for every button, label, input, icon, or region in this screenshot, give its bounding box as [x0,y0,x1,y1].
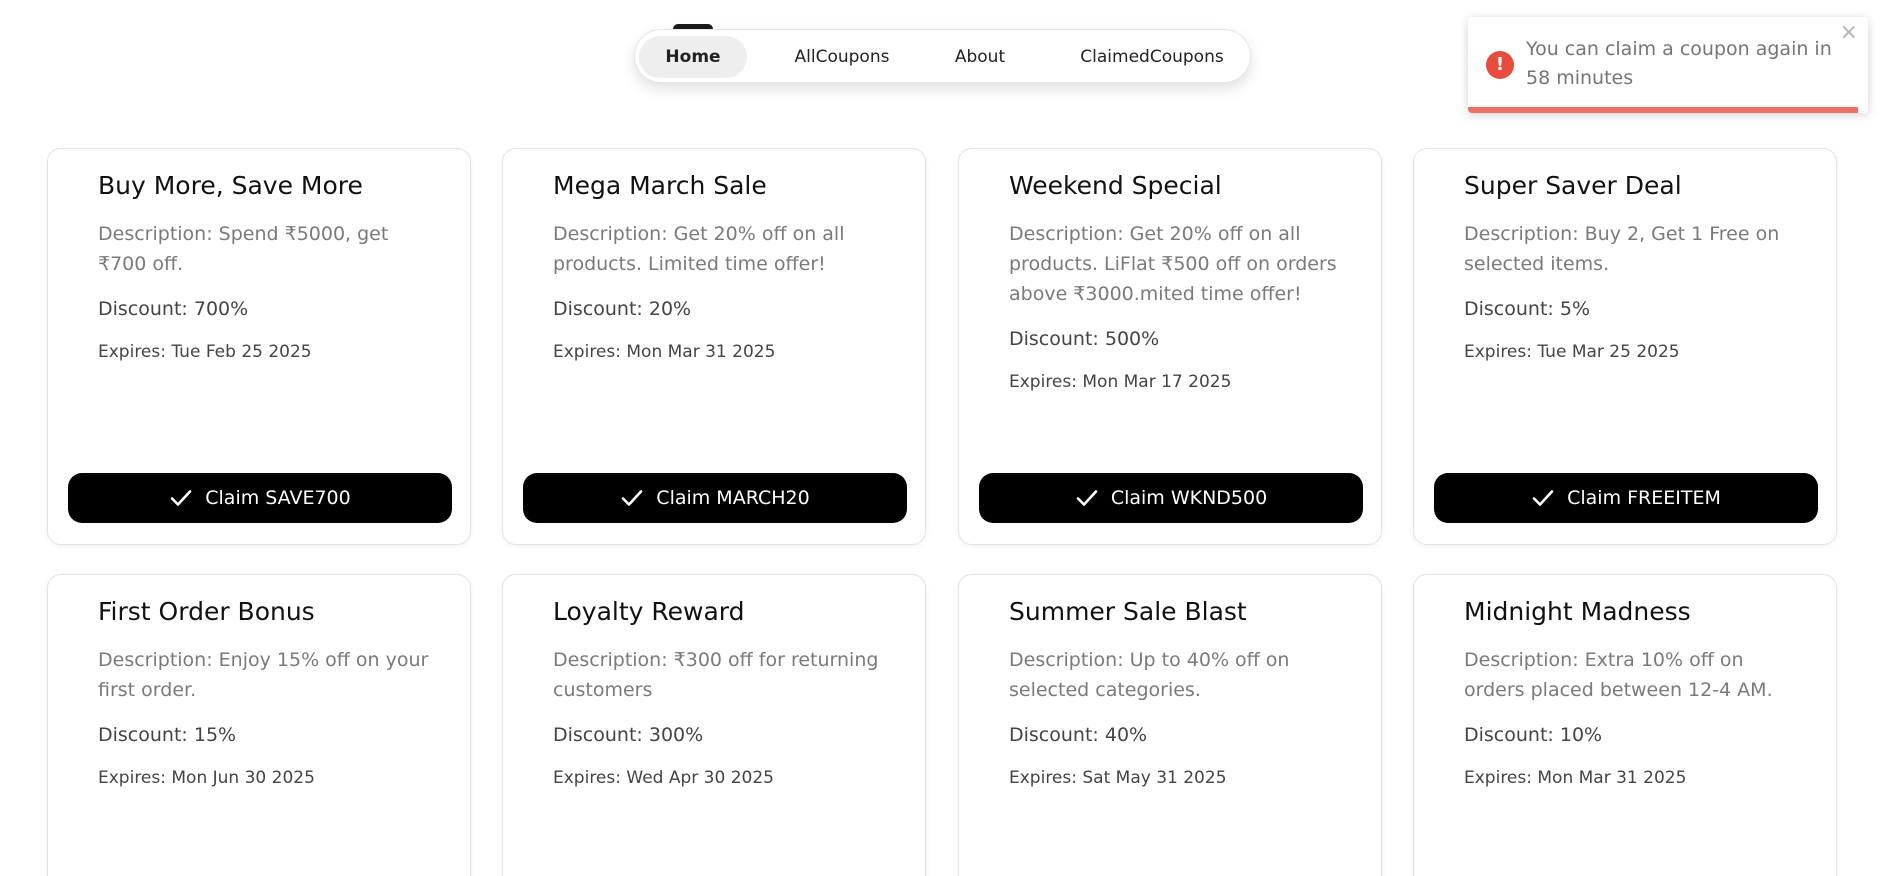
coupon-discount: Discount: 700% [98,298,249,320]
check-icon [1076,490,1098,506]
coupon-card: Summer Sale Blast Description: Up to 40%… [958,574,1382,876]
coupon-title: Buy More, Save More [98,171,363,200]
check-icon [170,490,192,506]
coupon-discount: Discount: 5% [1464,298,1590,320]
coupon-expires: Expires: Tue Feb 25 2025 [98,342,312,362]
coupon-discount: Discount: 15% [98,724,237,746]
coupon-description: Description: Get 20% off on all products… [553,223,845,275]
coupon-card: Midnight Madness Description: Extra 10% … [1413,574,1837,876]
coupon-title: Midnight Madness [1464,597,1691,626]
nav-item-home[interactable]: Home [639,36,747,78]
coupon-discount: Discount: 300% [553,724,704,746]
coupon-expires: Expires: Sat May 31 2025 [1009,768,1227,788]
coupon-card: Mega March Sale Description: Get 20% off… [502,148,926,545]
coupon-title: Mega March Sale [553,171,767,200]
coupon-description: Description: Enjoy 15% off on your first… [98,649,429,701]
coupon-description: Description: ₹300 off for returning cust… [553,649,879,701]
coupon-description: Description: Up to 40% off on selected c… [1009,649,1290,701]
nav-item-allcoupons[interactable]: AllCoupons [775,36,909,78]
coupon-title: Super Saver Deal [1464,171,1682,200]
toast-notification: ! You can claim a coupon again in 58 min… [1468,17,1868,113]
claim-button-label: Claim WKND500 [1110,487,1268,509]
nav-item-claimedcoupons[interactable]: ClaimedCoupons [1069,36,1235,78]
check-icon [621,490,643,506]
coupon-discount: Discount: 10% [1464,724,1603,746]
coupon-title: Summer Sale Blast [1009,597,1247,626]
coupon-card: Buy More, Save More Description: Spend ₹… [47,148,471,545]
check-icon [1532,490,1554,506]
coupon-expires: Expires: Tue Mar 25 2025 [1464,342,1680,362]
claim-button-label: Claim SAVE700 [205,487,351,509]
coupon-discount: Discount: 500% [1009,328,1160,350]
coupon-description: Description: Get 20% off on all products… [1009,223,1337,305]
coupon-card: Super Saver Deal Description: Buy 2, Get… [1413,148,1837,545]
coupon-title: Weekend Special [1009,171,1222,200]
exclamation-icon: ! [1486,51,1514,79]
coupon-expires: Expires: Mon Mar 31 2025 [553,342,776,362]
claim-button[interactable]: Claim MARCH20 [523,473,907,523]
claim-button[interactable]: Claim WKND500 [979,473,1363,523]
nav-item-about[interactable]: About [938,36,1022,78]
top-nav: Home AllCoupons About ClaimedCoupons [634,29,1251,83]
coupon-description: Description: Spend ₹5000, get ₹700 off. [98,223,389,275]
toast-message: You can claim a coupon again in 58 minut… [1526,38,1832,89]
coupon-discount: Discount: 40% [1009,724,1148,746]
coupons-page: Home AllCoupons About ClaimedCoupons ! Y… [0,0,1883,876]
claim-button[interactable]: Claim FREEITEM [1434,473,1818,523]
claim-button-label: Claim MARCH20 [656,487,810,509]
coupon-expires: Expires: Mon Jun 30 2025 [98,768,315,788]
coupon-card: Loyalty Reward Description: ₹300 off for… [502,574,926,876]
coupon-discount: Discount: 20% [553,298,692,320]
coupon-description: Description: Extra 10% off on orders pla… [1464,649,1773,701]
coupon-expires: Expires: Mon Mar 31 2025 [1464,768,1687,788]
coupon-description: Description: Buy 2, Get 1 Free on select… [1464,223,1780,275]
coupon-title: First Order Bonus [98,597,315,626]
coupon-card: Weekend Special Description: Get 20% off… [958,148,1382,545]
coupon-title: Loyalty Reward [553,597,745,626]
toast-progress-bar [1468,107,1858,113]
coupon-expires: Expires: Mon Mar 17 2025 [1009,372,1232,392]
close-icon[interactable]: × [1840,21,1858,45]
coupon-card: First Order Bonus Description: Enjoy 15%… [47,574,471,876]
coupon-expires: Expires: Wed Apr 30 2025 [553,768,774,788]
claim-button[interactable]: Claim SAVE700 [68,473,452,523]
claim-button-label: Claim FREEITEM [1567,487,1721,509]
